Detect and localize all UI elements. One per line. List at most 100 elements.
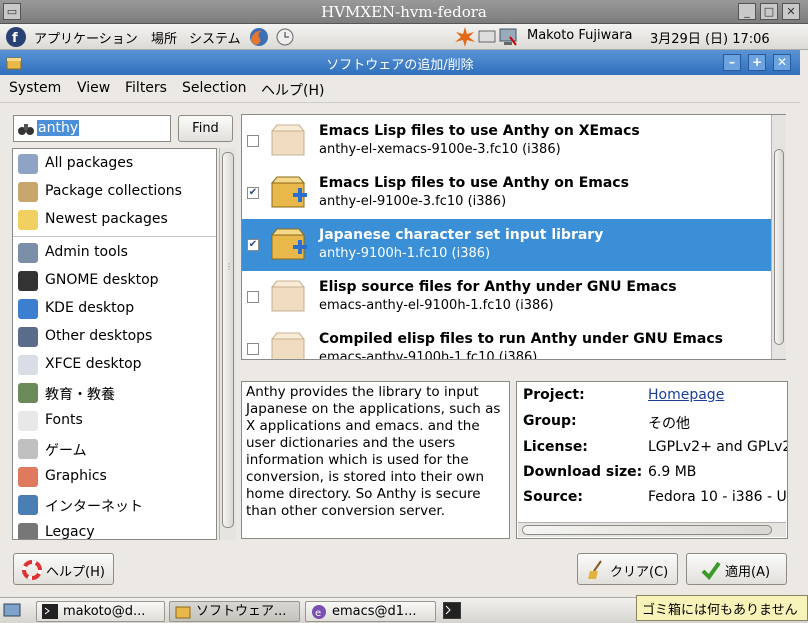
menu-help[interactable]: ヘルプ(H)	[261, 80, 324, 100]
group-item-label: Admin tools	[45, 244, 128, 260]
package-row[interactable]: Compiled elisp files to run Anthy under …	[242, 323, 771, 360]
find-button[interactable]: Find	[178, 115, 233, 142]
group-item[interactable]: Admin tools	[13, 238, 216, 266]
package-list-scroll-thumb[interactable]	[774, 149, 784, 345]
details-hscroll-thumb[interactable]	[522, 525, 772, 535]
checkmark-icon	[701, 561, 721, 580]
apply-button[interactable]: 適用(A)	[686, 553, 787, 585]
group-item-label: インターネット	[45, 499, 143, 515]
group-item[interactable]: XFCE desktop	[13, 350, 216, 378]
applications-menu[interactable]: アプリケーション	[34, 28, 138, 47]
group-item[interactable]: Newest packages	[13, 205, 216, 233]
taskbar-emacs[interactable]: e emacs@d1...	[305, 601, 436, 622]
games-icon	[18, 439, 38, 459]
package-list-scrollbar[interactable]	[771, 115, 786, 359]
user-name[interactable]: Makoto Fujiwara	[527, 28, 633, 43]
menu-filters[interactable]: Filters	[125, 80, 167, 96]
group-item[interactable]: Legacy	[13, 518, 216, 539]
window-close-button[interactable]: ✕	[773, 54, 791, 71]
package-summary: Elisp source files for Anthy under GNU E…	[319, 279, 677, 295]
download-size-label: Download size:	[523, 464, 643, 480]
window-titlebar: ソフトウェアの追加/削除 – + ✕	[0, 50, 800, 75]
apply-button-label: 適用(A)	[725, 565, 771, 580]
group-item[interactable]: All packages	[13, 149, 216, 177]
terminal-launcher-icon[interactable]	[443, 602, 461, 619]
package-name: anthy-el-xemacs-9100e-3.fc10 (i386)	[319, 142, 561, 157]
package-row[interactable]: ✔ Emacs Lisp files to use Anthy on Emacs a…	[242, 167, 771, 219]
group-item[interactable]: GNOME desktop	[13, 266, 216, 294]
group-item[interactable]: KDE desktop	[13, 294, 216, 322]
menu-view[interactable]: View	[77, 80, 110, 96]
vm-maximize-button[interactable]: □	[760, 3, 778, 20]
vm-close-button[interactable]: ✕	[782, 3, 800, 20]
kde-icon	[18, 299, 38, 319]
menu-selection[interactable]: Selection	[182, 80, 247, 96]
license-value: LGPLv2+ and GPLv2	[648, 439, 788, 455]
group-item[interactable]: Package collections	[13, 177, 216, 205]
keyboard-icon[interactable]	[478, 28, 496, 44]
group-label: Group:	[523, 413, 577, 429]
window-minimize-button[interactable]: –	[723, 54, 741, 71]
lifebuoy-icon	[22, 560, 42, 580]
help-button[interactable]: ヘルプ(H)	[13, 553, 114, 585]
vm-title: HVMXEN-hvm-fedora	[321, 3, 487, 21]
group-list-scroll-thumb[interactable]	[222, 152, 234, 528]
group-separator	[13, 236, 216, 237]
group-item-label: Newest packages	[45, 211, 168, 227]
search-input-value[interactable]: anthy	[37, 120, 80, 136]
installed-package-icon	[270, 228, 307, 260]
group-list[interactable]: All packages Package collections Newest pa…	[12, 148, 217, 540]
all-packages-icon	[18, 154, 38, 174]
group-list-scrollbar[interactable]	[219, 148, 236, 540]
window-maximize-button[interactable]: +	[748, 54, 766, 71]
homepage-link[interactable]: Homepage	[648, 387, 724, 403]
package-row[interactable]: Emacs Lisp files to use Anthy on XEmacs a…	[242, 115, 771, 167]
menu-system[interactable]: System	[9, 80, 61, 96]
package-name: emacs-anthy-9100h-1.fc10 (i386)	[319, 350, 538, 360]
pane-splitter-handle[interactable]: ⋮	[225, 263, 233, 275]
details-hscrollbar[interactable]	[518, 522, 786, 537]
license-label: License:	[523, 439, 588, 455]
update-notifier-icon[interactable]	[454, 26, 476, 48]
package-icon	[175, 606, 191, 619]
places-menu[interactable]: 場所	[151, 28, 177, 47]
vm-minimize-button[interactable]: _	[738, 3, 756, 20]
clock[interactable]: 3月29日 (日) 17:06	[650, 28, 770, 47]
package-row[interactable]: Elisp source files for Anthy under GNU E…	[242, 271, 771, 323]
package-checkbox[interactable]: ✔	[247, 239, 259, 251]
terminal-icon	[42, 604, 58, 619]
package-summary: Compiled elisp files to run Anthy under …	[319, 331, 723, 347]
firefox-icon[interactable]	[248, 26, 270, 48]
group-item[interactable]: Fonts	[13, 406, 216, 434]
group-item[interactable]: Graphics	[13, 462, 216, 490]
menubar	[0, 75, 800, 103]
group-item[interactable]: Other desktops	[13, 322, 216, 350]
clock-app-icon[interactable]	[274, 26, 296, 48]
taskbar-software[interactable]: ソフトウェア...	[169, 601, 300, 622]
network-monitor-icon[interactable]	[498, 27, 518, 47]
package-list[interactable]: Emacs Lisp files to use Anthy on XEmacs a…	[241, 114, 786, 360]
group-item-label: KDE desktop	[45, 300, 135, 316]
package-row[interactable]: ✔ Japanese character set input library ant…	[242, 219, 771, 271]
group-value: その他	[648, 416, 690, 432]
group-item[interactable]: インターネット	[13, 490, 216, 518]
svg-text:e: e	[315, 608, 321, 619]
package-details: Project: Homepage Group: その他 License: LG…	[516, 381, 788, 539]
system-menu[interactable]: システム	[189, 28, 241, 47]
package-checkbox[interactable]	[247, 291, 259, 303]
group-item[interactable]: 教育・教養	[13, 378, 216, 406]
svg-text:f: f	[12, 31, 18, 46]
clear-button[interactable]: クリア(C)	[577, 553, 678, 585]
taskbar-terminal[interactable]: makoto@d...	[36, 601, 165, 622]
admin-tools-icon	[18, 243, 38, 263]
package-checkbox[interactable]: ✔	[247, 187, 259, 199]
installed-package-icon	[270, 176, 307, 208]
package-checkbox[interactable]	[247, 135, 259, 147]
show-desktop-icon[interactable]	[3, 602, 21, 620]
group-item-label: GNOME desktop	[45, 272, 159, 288]
clear-button-label: クリア(C)	[610, 565, 669, 580]
group-item-label: All packages	[45, 155, 134, 171]
group-item[interactable]: ゲーム	[13, 434, 216, 462]
fedora-logo-icon[interactable]: f	[5, 26, 27, 48]
package-checkbox[interactable]	[247, 343, 259, 355]
